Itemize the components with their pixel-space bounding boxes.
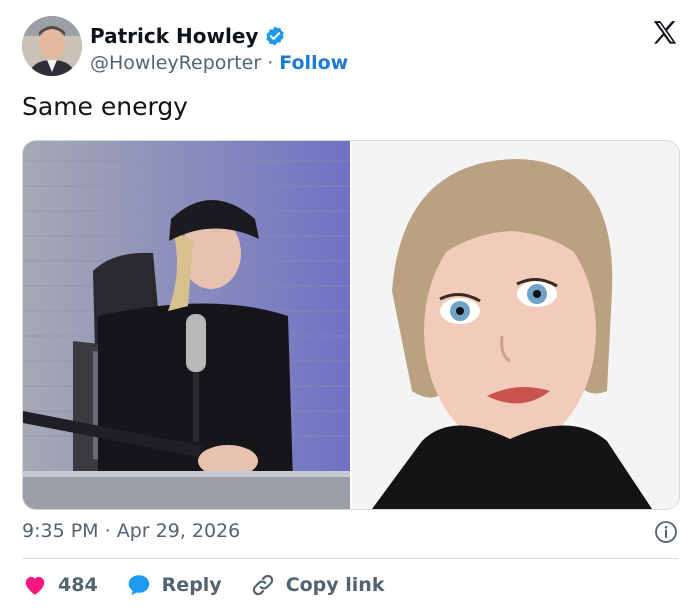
timestamp-separator: · [104,520,111,542]
author-name-row: Patrick Howley [90,24,286,48]
tweet-media[interactable] [22,140,680,510]
media-photo-left[interactable] [23,141,350,509]
like-count: 484 [58,574,98,596]
reply-label: Reply [161,574,222,596]
reply-button[interactable]: Reply [126,572,222,598]
follow-button[interactable]: Follow [279,52,348,74]
embedded-tweet-card: Patrick Howley @HowleyReporter · Follow … [0,0,700,612]
verified-badge-icon [266,26,285,46]
info-icon[interactable] [654,520,678,544]
like-button[interactable]: 484 [22,572,98,598]
tweet-timestamp[interactable]: 9:35 PM · Apr 29, 2026 [22,520,240,542]
author-avatar[interactable] [22,16,82,76]
reply-bubble-icon [128,575,149,596]
tweet-text: Same energy [22,92,188,121]
handle-separator: · [267,52,274,74]
x-logo-icon[interactable] [650,18,680,48]
handle-row: @HowleyReporter · Follow [90,52,348,74]
heart-icon [25,576,45,595]
copy-link-button[interactable]: Copy link [250,572,385,598]
actions-divider [22,558,678,559]
copy-link-label: Copy link [285,574,385,596]
tweet-date: Apr 29, 2026 [116,520,241,542]
author-handle[interactable]: @HowleyReporter [90,52,261,74]
tweet-time: 9:35 PM [22,520,99,542]
tweet-actions: 484 Reply Copy link [22,568,412,602]
tweet-header: Patrick Howley @HowleyReporter · Follow [22,16,680,78]
author-name[interactable]: Patrick Howley [90,24,258,48]
media-photo-right[interactable] [352,141,679,509]
link-icon [252,574,273,596]
